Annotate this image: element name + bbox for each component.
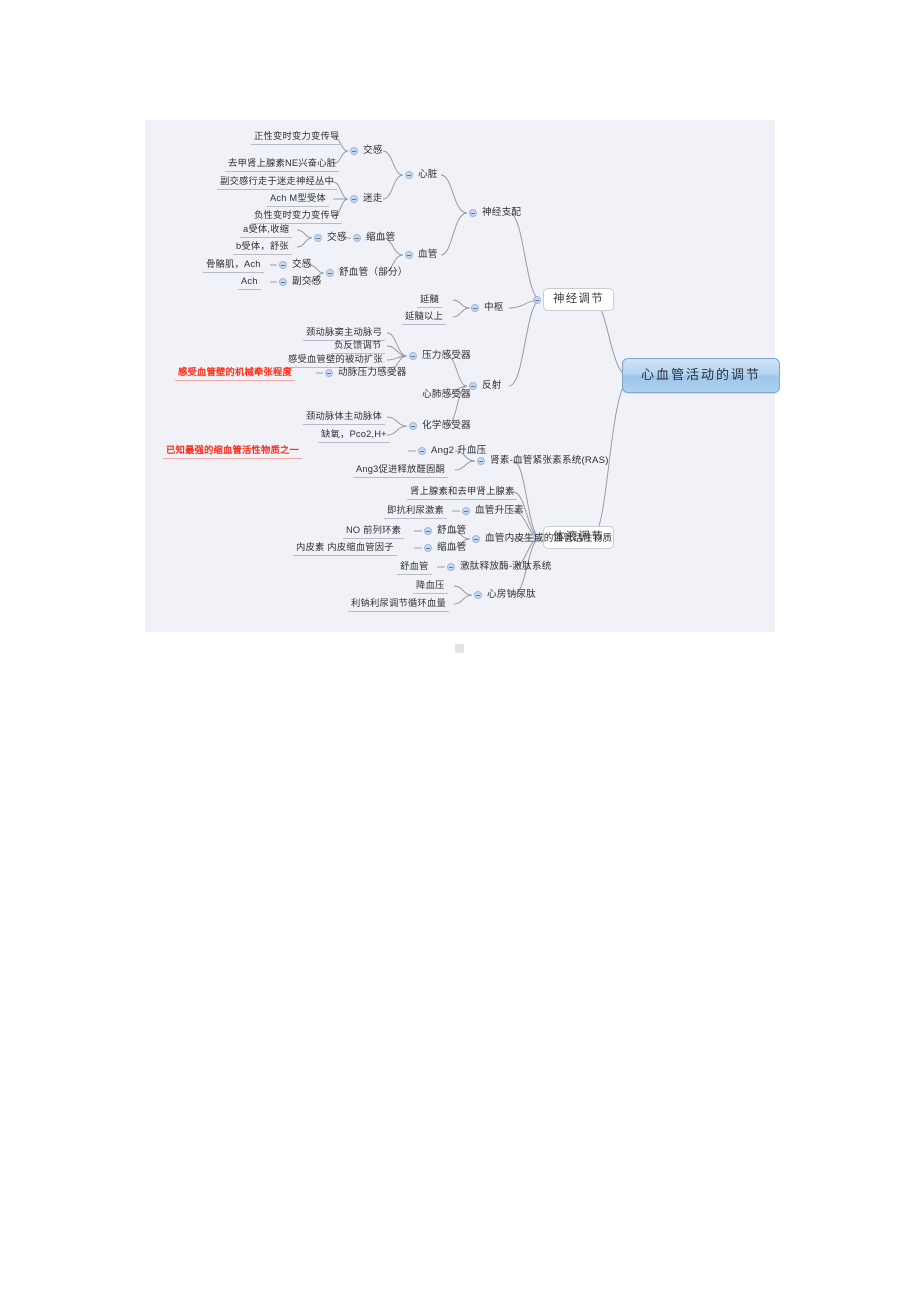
leaf-kallikrein-vasodilation[interactable]: 舒血管 [397,560,432,575]
node-vasoconstriction-sympathetic[interactable]: 交感 [324,231,350,244]
toggle-ras[interactable] [477,457,485,465]
toggle-center[interactable] [471,304,479,312]
toggle-ang2[interactable] [418,447,426,455]
node-ras[interactable]: 肾素-血管紧张素系统(RAS) [487,454,612,467]
toggle-baroreceptor[interactable] [409,352,417,360]
node-innervation[interactable]: 神经支配 [479,206,524,219]
leaf-antidiuretic-hormone-note[interactable]: 即抗利尿激素 [384,504,447,519]
node-arterial-baroreceptor[interactable]: 动脉压力感受器 [335,366,410,379]
node-center[interactable]: 中枢 [481,301,507,314]
scroll-indicator[interactable] [455,644,464,653]
node-vessel[interactable]: 血管 [415,248,441,261]
leaf-ach-m-receptor[interactable]: Ach M型受体 [267,192,329,207]
toggle-chemoreceptor[interactable] [409,422,417,430]
leaf-positive-chronotropy[interactable]: 正性变时变力变传导 [251,130,343,145]
leaf-skeletal-muscle-ach[interactable]: 骨骼肌，Ach [203,258,264,273]
node-endothelium-substances[interactable]: 血管内皮生成的血管活性物质 [482,532,615,545]
toggle-heart[interactable] [405,171,413,179]
toggle-vessel[interactable] [405,251,413,259]
toggle-kallikrein[interactable] [447,563,455,571]
mindmap-canvas[interactable]: 心血管活动的调节 神经调节 体液调节 神经支配 中枢 反射 心脏 交感 正性变时… [145,120,781,632]
toggle-innervation[interactable] [469,209,477,217]
leaf-parasympathetic-vagal-plexus[interactable]: 副交感行走于迷走神经丛中 [217,175,337,190]
leaf-ang3-aldosterone[interactable]: Ang3促进释放醛固酮 [353,463,448,478]
node-endothelium-vasodilator[interactable]: 舒血管 [434,524,469,537]
node-heart-sympathetic[interactable]: 交感 [360,144,386,157]
leaf-ach[interactable]: Ach [238,275,261,290]
node-vasodilation[interactable]: 舒血管（部分） [336,266,411,279]
leaf-mechanical-stretch-note[interactable]: 感受血管壁的机械牵张程度 [175,366,295,381]
leaf-epinephrine-norepinephrine[interactable]: 肾上腺素和去甲肾上腺素 [407,485,518,500]
toggle-anp[interactable] [474,591,482,599]
leaf-negative-feedback[interactable]: 负反馈调节 [331,339,385,354]
node-cardiopulmonary-receptor[interactable]: 心肺感受器 [419,388,474,401]
node-chemoreceptor[interactable]: 化学感受器 [419,419,474,432]
toggle-vasoconstriction[interactable] [353,234,361,242]
node-vasopressin[interactable]: 血管升压素 [472,504,527,517]
leaf-medulla[interactable]: 延髓 [417,293,442,308]
leaf-lower-blood-pressure[interactable]: 降血压 [413,579,448,594]
leaf-beta-receptor-dilate[interactable]: b受体，舒张 [233,240,292,255]
leaf-natriuresis-blood-volume[interactable]: 利钠利尿调节循环血量 [348,597,449,612]
toggle-endothelium-vasoconstrictor[interactable] [424,544,432,552]
node-reflex[interactable]: 反射 [479,379,505,392]
leaf-endothelin-edcf[interactable]: 内皮素 内皮缩血管因子 [293,541,397,556]
leaf-above-medulla[interactable]: 延髓以上 [402,310,446,325]
toggle-vasodilation-sympathetic[interactable] [279,261,287,269]
toggle-endothelium[interactable] [472,535,480,543]
leaf-strongest-vasoconstrictor-note[interactable]: 已知最强的缩血管活性物质之一 [163,444,302,459]
leaf-no-prostacyclin[interactable]: NO 前列环素 [343,524,405,539]
toggle-vasoconstriction-sympathetic[interactable] [314,234,322,242]
node-endothelium-vasoconstrictor[interactable]: 缩血管 [434,541,469,554]
node-heart[interactable]: 心脏 [415,168,441,181]
node-vasodilation-sympathetic[interactable]: 交感 [289,258,315,271]
toggle-vasodilation-parasympathetic[interactable] [279,278,287,286]
toggle-vasodilation[interactable] [326,269,334,277]
node-heart-vagus[interactable]: 迷走 [360,192,386,205]
node-ang2[interactable]: Ang2 升血压 [428,444,489,457]
toggle-endothelium-vasodilator[interactable] [424,527,432,535]
leaf-carotid-aortic-bodies[interactable]: 颈动脉体主动脉体 [303,410,385,425]
leaf-negative-chronotropy[interactable]: 负性变时变力变传导 [251,209,343,224]
toggle-vasopressin[interactable] [462,507,470,515]
node-vasodilation-parasympathetic[interactable]: 副交感 [289,275,324,288]
node-vasoconstriction[interactable]: 缩血管 [363,231,398,244]
node-baroreceptor[interactable]: 压力感受器 [419,349,474,362]
node-neural-regulation[interactable]: 神经调节 [543,288,614,312]
toggle-heart-vagus[interactable] [350,195,358,203]
root-node[interactable]: 心血管活动的调节 [622,358,781,393]
leaf-ne-excites-heart[interactable]: 去甲肾上腺素NE兴奋心脏 [225,157,340,172]
node-kallikrein-kinin-system[interactable]: 激肽释放酶-激肽系统 [457,560,555,573]
toggle-neural-regulation[interactable] [533,296,541,304]
node-atrial-natriuretic-peptide[interactable]: 心房钠尿肽 [484,588,539,601]
toggle-heart-sympathetic[interactable] [350,147,358,155]
leaf-alpha-receptor-constrict[interactable]: a受体,收缩 [240,223,293,238]
toggle-arterial-baroreceptor[interactable] [325,369,333,377]
leaf-hypoxia-pco2-h[interactable]: 缺氧，Pco2,H+ [318,428,390,443]
